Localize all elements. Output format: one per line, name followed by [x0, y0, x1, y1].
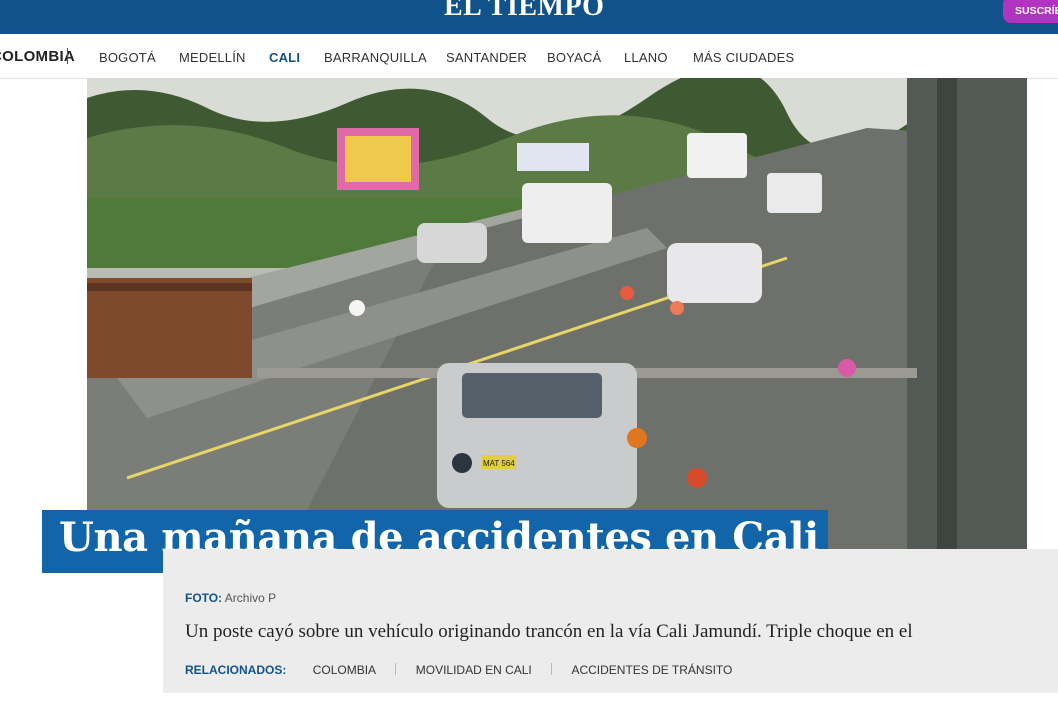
tag-divider	[395, 663, 397, 675]
related-tag-accidentes[interactable]: ACCIDENTES DE TRÁNSITO	[571, 663, 732, 677]
city-nav: COLOMBIA BOGOTÁ MEDELLÍN CALI BARRANQUIL…	[0, 34, 1058, 79]
nav-item-cali[interactable]: CALI	[269, 50, 300, 65]
nav-item-mas-ciudades[interactable]: MÁS CIUDADES	[693, 50, 794, 65]
accident-scene-image: MAT 564	[87, 78, 1027, 549]
nav-section-title[interactable]: COLOMBIA	[0, 48, 75, 65]
caption-panel: FOTO: Archivo P Un poste cayó sobre un v…	[163, 549, 1058, 693]
nav-item-santander[interactable]: SANTANDER	[446, 50, 527, 65]
article-photo: MAT 564	[87, 78, 1027, 549]
site-logo[interactable]: EL TIEMPO	[444, 0, 604, 23]
nav-item-bogota[interactable]: BOGOTÁ	[99, 50, 156, 65]
related-tag-movilidad[interactable]: MOVILIDAD EN CALI	[416, 663, 532, 677]
nav-item-boyaca[interactable]: BOYACÁ	[547, 50, 601, 65]
related-label: RELACIONADOS:	[185, 663, 287, 677]
tag-divider	[551, 663, 553, 675]
license-plate: MAT 564	[483, 459, 515, 468]
related-tag-colombia[interactable]: COLOMBIA	[313, 663, 376, 677]
nav-divider	[67, 48, 68, 64]
nav-item-barranquilla[interactable]: BARRANQUILLA	[324, 50, 427, 65]
photo-credit-label: FOTO:	[185, 591, 223, 605]
nav-item-medellin[interactable]: MEDELLÍN	[179, 50, 246, 65]
related-tags: RELACIONADOS: COLOMBIA MOVILIDAD EN CALI…	[185, 663, 732, 677]
nav-item-llano[interactable]: LLANO	[624, 50, 668, 65]
subscribe-button[interactable]: SUSCRÍBETE	[1003, 0, 1058, 23]
article-summary: Un poste cayó sobre un vehículo originan…	[185, 621, 913, 642]
photo-credit: FOTO: Archivo P	[185, 591, 276, 605]
top-bar: EL TIEMPO SUSCRÍBETE	[0, 0, 1058, 34]
photo-credit-value: Archivo P	[224, 591, 277, 605]
